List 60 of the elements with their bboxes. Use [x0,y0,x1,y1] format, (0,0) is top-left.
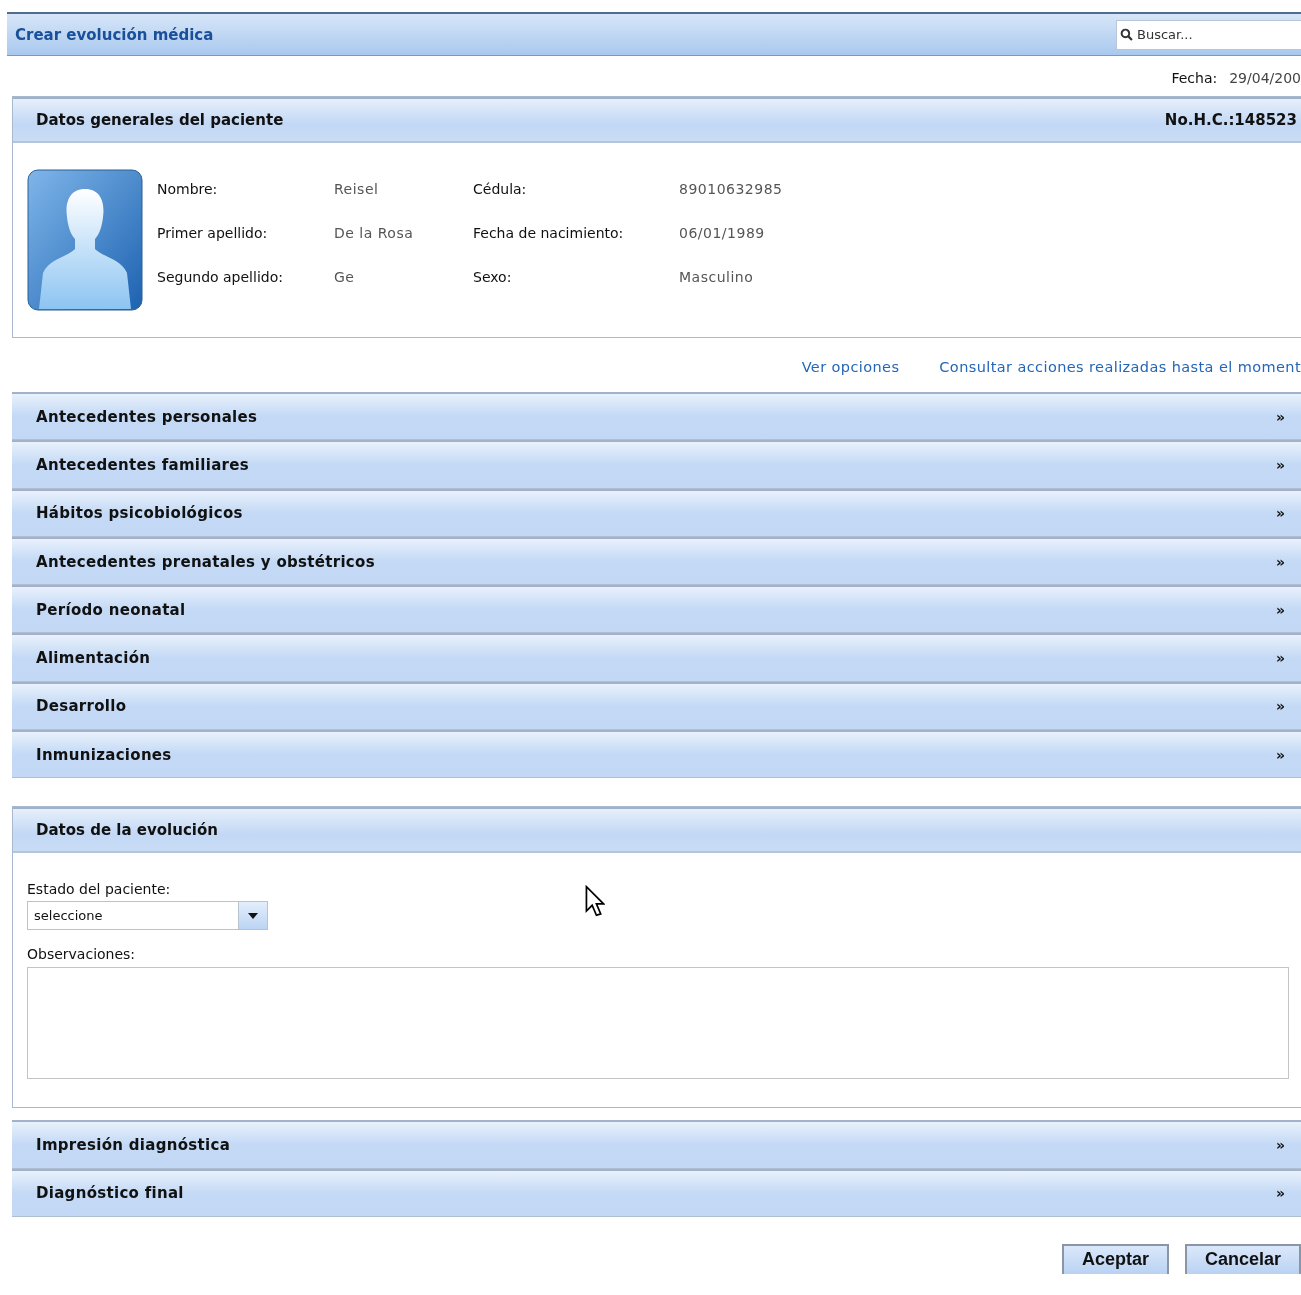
field-label: Fecha de nacimiento: [473,225,625,241]
section-header[interactable]: Inmunizaciones » [12,730,1301,779]
field-label: Primer apellido: [157,225,269,241]
date-label: Fecha: [1171,70,1218,88]
section-title: Alimentación [36,649,151,668]
expand-toggle[interactable]: » [1275,698,1285,715]
pointer-cursor-icon [585,885,605,918]
field-value: Reisel [334,181,380,197]
section-header[interactable]: Antecedentes prenatales y obstétricos » [12,536,1301,586]
expand-toggle[interactable]: » [1275,1137,1285,1153]
link[interactable]: Ver opciones [801,359,900,375]
dialog-button[interactable]: Cancelar [1184,1243,1301,1274]
field-label: Nombre: [157,181,219,197]
section-title: Impresión diagnóstica [36,1136,231,1154]
expand-toggle[interactable]: » [1275,553,1285,570]
status-dropdown[interactable]: seleccione [27,901,268,931]
expand-toggle[interactable]: » [1275,746,1285,763]
section-title: Antecedentes familiares [36,455,249,474]
expand-toggle[interactable]: » [1275,650,1285,667]
expand-toggle[interactable]: » [1275,1185,1285,1202]
date-value: 29/04/200 [1229,70,1301,88]
search-field[interactable]: Buscar... [1116,19,1301,50]
expand-toggle[interactable]: » [1275,601,1285,618]
section-header[interactable]: Antecedentes personales » [12,392,1301,441]
record-number: No.H.C.:148523 [1164,111,1297,129]
field-value: De la Rosa [334,225,415,241]
section-header[interactable]: Período neonatal » [12,585,1301,634]
field-value: Masculino [679,269,755,285]
dialog-button[interactable]: Aceptar [1061,1243,1169,1274]
expand-toggle[interactable]: » [1275,505,1285,522]
section-title: Diagnóstico final [36,1184,184,1203]
section-header[interactable]: Alimentación » [12,633,1301,682]
section-header[interactable]: Hábitos psicobiológicos » [12,488,1301,537]
notes-field[interactable] [27,967,1289,1080]
panel-title: Datos generales del paciente [36,111,284,129]
section-title: Hábitos psicobiológicos [36,504,243,523]
section-header[interactable]: Antecedentes familiares » [12,440,1301,489]
field-label: Observaciones: [27,946,137,963]
section-title: Período neonatal [36,600,186,619]
section-header[interactable]: Desarrollo » [12,681,1301,731]
section-title: Antecedentes prenatales y obstétricos [36,552,375,571]
expand-toggle[interactable]: » [1275,456,1285,473]
field-label: Sexo: [473,269,513,285]
field-value: Ge [334,269,356,285]
section-title: Desarrollo [36,697,127,716]
field-label: Estado del paciente: [27,881,172,898]
field-label: Segundo apellido: [157,269,284,285]
window-title: Crear evolución médica [14,25,214,44]
field-value: 89010632985 [679,181,783,197]
section-title: Antecedentes personales [36,407,258,426]
section-title: Inmunizaciones [36,745,172,764]
field-value: 06/01/1989 [679,225,766,241]
section-header[interactable]: Diagnóstico final » [12,1168,1301,1217]
link[interactable]: Consultar acciones realizadas hasta el moment [939,359,1301,375]
section-header[interactable]: Impresión diagnóstica » [12,1120,1301,1169]
panel-title: Datos de la evolución [36,821,218,840]
field-label: Cédula: [473,181,528,197]
avatar-icon [27,169,143,311]
caret-icon [248,912,258,919]
expand-toggle[interactable]: » [1275,408,1285,425]
